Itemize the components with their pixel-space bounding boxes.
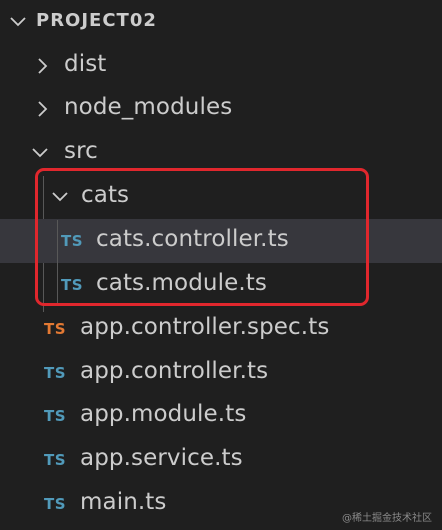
folder-src[interactable]: src	[0, 131, 442, 175]
typescript-file-icon: TS	[44, 407, 67, 425]
file-app-module[interactable]: TS app.module.ts	[0, 394, 442, 438]
file-app-controller[interactable]: TS app.controller.ts	[0, 351, 442, 395]
file-cats-controller[interactable]: TS cats.controller.ts	[0, 219, 442, 263]
file-label: app.controller.ts	[80, 358, 269, 384]
typescript-file-icon: TS	[61, 276, 84, 294]
typescript-file-icon: TS	[44, 364, 67, 382]
typescript-file-icon: TS	[44, 495, 67, 513]
folder-label: cats	[81, 182, 130, 208]
file-explorer: PROJECT02 dist node_modules src cats TS …	[0, 0, 442, 530]
file-label: app.controller.spec.ts	[80, 314, 330, 340]
watermark-text: @稀土掘金技术社区	[342, 513, 432, 524]
chevron-right-icon	[32, 55, 54, 77]
project-root-header[interactable]: PROJECT02	[0, 0, 442, 44]
typescript-file-icon: TS	[61, 232, 84, 250]
folder-label: src	[64, 138, 98, 164]
file-label: app.module.ts	[80, 401, 247, 427]
file-label: cats.module.ts	[96, 270, 267, 296]
folder-dist[interactable]: dist	[0, 44, 442, 88]
folder-label: node_modules	[64, 94, 233, 120]
file-label: main.ts	[80, 489, 167, 515]
typescript-test-file-icon: TS	[44, 320, 67, 338]
folder-node-modules[interactable]: node_modules	[0, 87, 442, 131]
chevron-right-icon	[32, 98, 54, 120]
chevron-down-icon	[7, 11, 29, 33]
file-cats-module[interactable]: TS cats.module.ts	[0, 263, 442, 307]
indent-guide	[57, 220, 58, 306]
chevron-down-icon	[49, 186, 71, 208]
file-app-controller-spec[interactable]: TS app.controller.spec.ts	[0, 307, 442, 351]
folder-cats[interactable]: cats	[0, 175, 442, 219]
project-title: PROJECT02	[36, 10, 157, 31]
folder-label: dist	[64, 51, 107, 77]
chevron-down-icon	[29, 142, 51, 164]
typescript-file-icon: TS	[44, 451, 67, 469]
file-app-service[interactable]: TS app.service.ts	[0, 438, 442, 482]
file-label: cats.controller.ts	[96, 226, 289, 252]
file-label: app.service.ts	[80, 445, 243, 471]
